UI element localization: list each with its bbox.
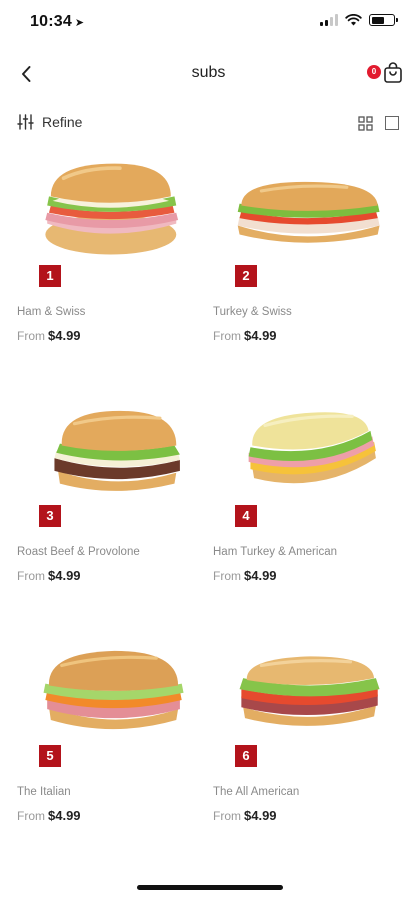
product-number-badge: 2 <box>235 265 257 287</box>
sandwich-image <box>43 650 184 730</box>
price-value: $4.99 <box>244 568 277 583</box>
price-prefix: From <box>17 569 45 583</box>
sliders-icon <box>17 114 34 130</box>
price-value: $4.99 <box>244 328 277 343</box>
product-price: From $4.99 <box>213 328 277 343</box>
product-number-badge: 3 <box>39 505 61 527</box>
product-card-ham-turkey-american[interactable]: 4 Ham Turkey & American From $4.99 <box>213 400 403 600</box>
sandwich-image <box>45 163 179 255</box>
time-text: 10:34 <box>30 13 72 30</box>
cart-count-badge: 0 <box>367 65 381 79</box>
shopping-bag-icon <box>384 62 402 83</box>
price-value: $4.99 <box>48 328 81 343</box>
product-price: From $4.99 <box>213 808 277 823</box>
cellular-signal-icon <box>320 14 338 26</box>
product-price: From $4.99 <box>17 808 81 823</box>
product-card-the-italian[interactable]: 5 The Italian From $4.99 <box>17 640 207 840</box>
price-prefix: From <box>213 329 241 343</box>
product-card-the-all-american[interactable]: 6 The All American From $4.99 <box>213 640 403 840</box>
refine-button[interactable]: Refine <box>17 114 82 130</box>
product-price: From $4.99 <box>213 568 277 583</box>
price-prefix: From <box>17 329 45 343</box>
sandwich-image <box>54 410 180 491</box>
sandwich-image <box>237 181 380 243</box>
product-price: From $4.99 <box>17 568 81 583</box>
grid-view-icon[interactable] <box>358 116 373 131</box>
product-name: Ham & Swiss <box>17 306 86 318</box>
price-value: $4.99 <box>48 808 81 823</box>
price-value: $4.99 <box>48 568 81 583</box>
status-time: 10:34 ➤ <box>30 13 84 31</box>
product-price: From $4.99 <box>17 328 81 343</box>
price-prefix: From <box>213 569 241 583</box>
product-name: The All American <box>213 786 300 798</box>
refine-label: Refine <box>42 114 83 130</box>
product-card-roast-beef-provolone[interactable]: 3 Roast Beef & Provolone From $4.99 <box>17 400 207 600</box>
status-bar: 10:34 ➤ <box>0 0 417 44</box>
product-name: Turkey & Swiss <box>213 306 292 318</box>
product-card-ham-swiss[interactable]: 1 Ham & Swiss From $4.99 <box>17 160 207 360</box>
sandwich-image <box>239 656 380 726</box>
home-indicator[interactable] <box>137 885 283 890</box>
price-value: $4.99 <box>244 808 277 823</box>
battery-icon <box>369 14 398 26</box>
price-prefix: From <box>213 809 241 823</box>
single-view-icon[interactable] <box>385 116 399 130</box>
sandwich-image <box>248 412 376 484</box>
wifi-icon <box>345 14 362 26</box>
product-number-badge: 6 <box>235 745 257 767</box>
page-title: subs <box>191 64 226 81</box>
nav-bar: subs 0 <box>0 52 417 96</box>
cart-button[interactable]: 0 <box>367 62 403 86</box>
toolbar: Refine <box>0 110 417 138</box>
price-prefix: From <box>17 809 45 823</box>
product-number-badge: 5 <box>39 745 61 767</box>
product-name: Roast Beef & Provolone <box>17 546 140 558</box>
product-number-badge: 4 <box>235 505 257 527</box>
product-number-badge: 1 <box>39 265 61 287</box>
product-name: The Italian <box>17 786 71 798</box>
status-icons <box>320 14 398 26</box>
product-name: Ham Turkey & American <box>213 546 337 558</box>
location-icon: ➤ <box>74 17 85 29</box>
product-card-turkey-swiss[interactable]: 2 Turkey & Swiss From $4.99 <box>213 160 403 360</box>
